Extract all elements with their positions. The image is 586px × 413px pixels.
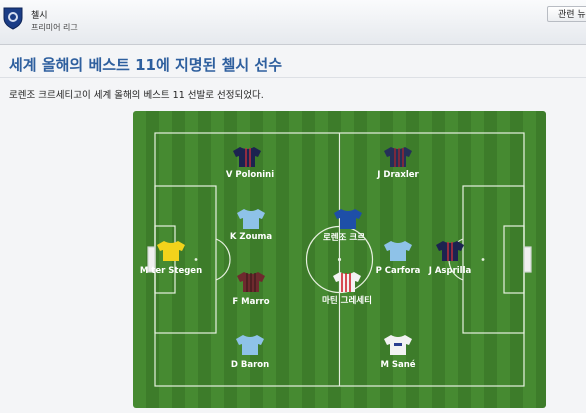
club-name[interactable]: 첼시	[31, 8, 48, 21]
divider	[0, 77, 586, 78]
top-bar: 첼시 프리미어 리그 관련 뉴	[0, 0, 586, 45]
player-label: J Asprilla	[428, 266, 472, 276]
formation-pitch: V Polonini J Draxler K Zouma 로렌조 크르 M te…	[133, 111, 546, 408]
page-title: 세계 올해의 베스트 11에 지명된 첼시 선수	[9, 56, 283, 74]
player-label: 마틴 그레세티	[322, 295, 372, 306]
article-body: 로렌조 크르세티고이 세계 올해의 베스트 11 선발로 선정되었다.	[9, 90, 264, 101]
pitch-svg: V Polonini J Draxler K Zouma 로렌조 크르 M te…	[133, 111, 546, 408]
player-label: M ter Stegen	[140, 266, 202, 276]
player-label: J Draxler	[376, 170, 419, 180]
player-label: D Baron	[231, 360, 269, 370]
player-label: V Polonini	[226, 170, 274, 180]
player-label: M Sané	[380, 359, 415, 370]
player-label: P Carfora	[376, 266, 421, 276]
player-label: K Zouma	[230, 232, 272, 242]
related-news-button[interactable]: 관련 뉴	[547, 6, 586, 22]
league-name[interactable]: 프리미어 리그	[31, 22, 78, 33]
club-crest-icon	[3, 7, 23, 30]
player-label: F Marro	[232, 297, 269, 307]
player-label: 로렌조 크르	[323, 232, 365, 243]
